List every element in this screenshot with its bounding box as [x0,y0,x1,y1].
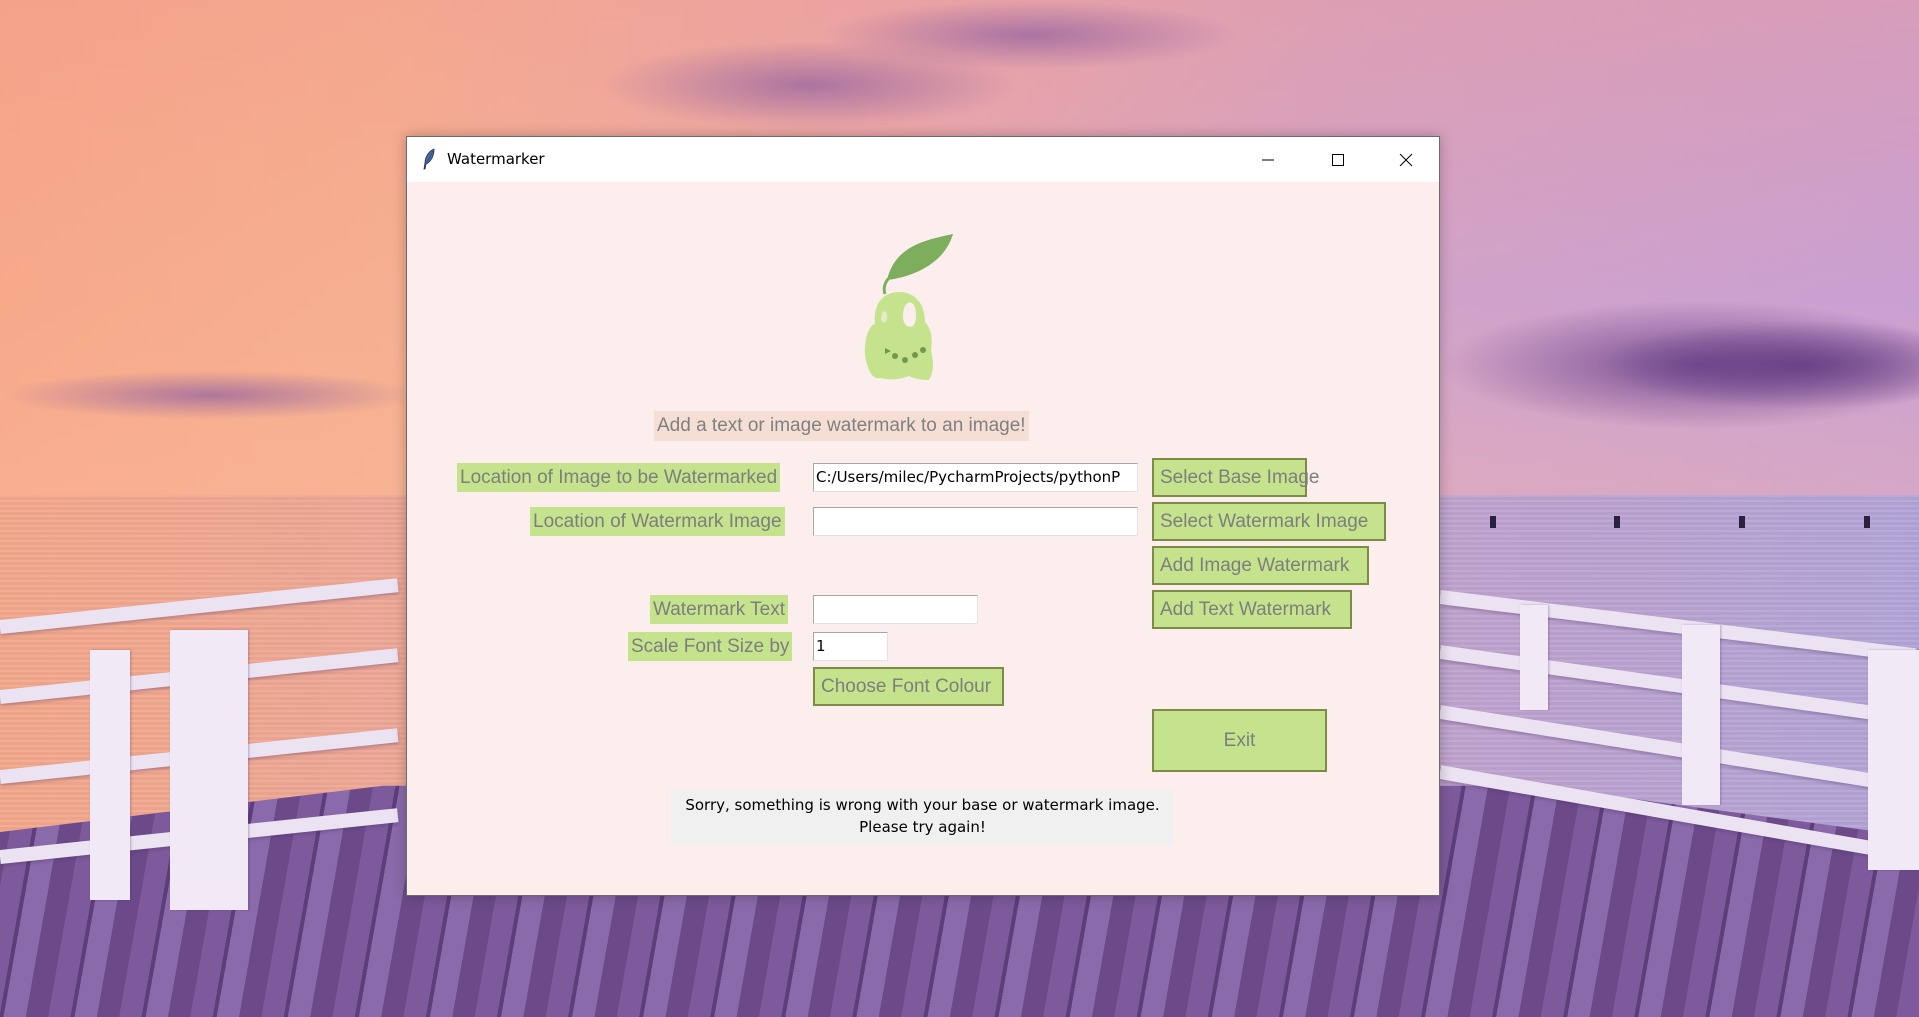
wallpaper-railing-post [90,650,130,900]
wallpaper-railing-post [1868,650,1919,870]
wallpaper-cloud [820,0,1240,70]
exit-button[interactable]: Exit [1152,709,1327,772]
watermark-text-label: Watermark Text [650,595,788,624]
minimize-icon [1261,159,1274,160]
wallpaper-buoy [1864,516,1870,528]
watermark-image-path-input[interactable] [813,507,1138,536]
wallpaper-buoy [1614,516,1620,528]
font-scale-label: Scale Font Size by [628,632,793,661]
app-subtitle: Add a text or image watermark to an imag… [654,411,1029,441]
close-icon [1399,153,1412,166]
maximize-button[interactable] [1303,137,1372,182]
minimize-button[interactable] [1233,137,1302,182]
add-text-watermark-button[interactable]: Add Text Watermark [1152,590,1352,629]
window-title: Watermarker [447,150,545,168]
wallpaper-buoy [1739,516,1745,528]
window-content: Add a text or image watermark to an imag… [407,182,1439,895]
status-message: Sorry, something is wrong with your base… [671,789,1174,845]
select-watermark-image-button[interactable]: Select Watermark Image [1152,502,1386,541]
add-image-watermark-button[interactable]: Add Image Watermark [1152,546,1369,585]
status-message-line-2: Please try again! [859,818,986,836]
wallpaper-railing-post [1520,605,1548,710]
app-logo [864,234,953,380]
choose-font-colour-button[interactable]: Choose Font Colour [813,667,1004,706]
title-bar[interactable]: Watermarker [407,137,1439,182]
select-base-image-button[interactable]: Select Base Image [1152,458,1319,497]
wallpaper-cloud [0,370,420,420]
wallpaper-railing-post [1682,625,1720,805]
watermark-image-label: Location of Watermark Image [530,507,785,536]
wallpaper-railing-post [170,630,248,910]
base-image-label: Location of Image to be Watermarked [457,463,781,492]
wallpaper-buoy [1490,516,1496,528]
base-image-path-input[interactable] [813,463,1138,492]
close-button[interactable] [1371,137,1440,182]
feather-icon [423,148,435,170]
status-message-line-1: Sorry, something is wrong with your base… [685,796,1160,814]
font-scale-input[interactable] [813,632,888,661]
maximize-icon [1331,153,1344,166]
app-window: Watermarker Add a text or image watermar… [406,136,1440,896]
watermark-text-input[interactable] [813,595,978,624]
